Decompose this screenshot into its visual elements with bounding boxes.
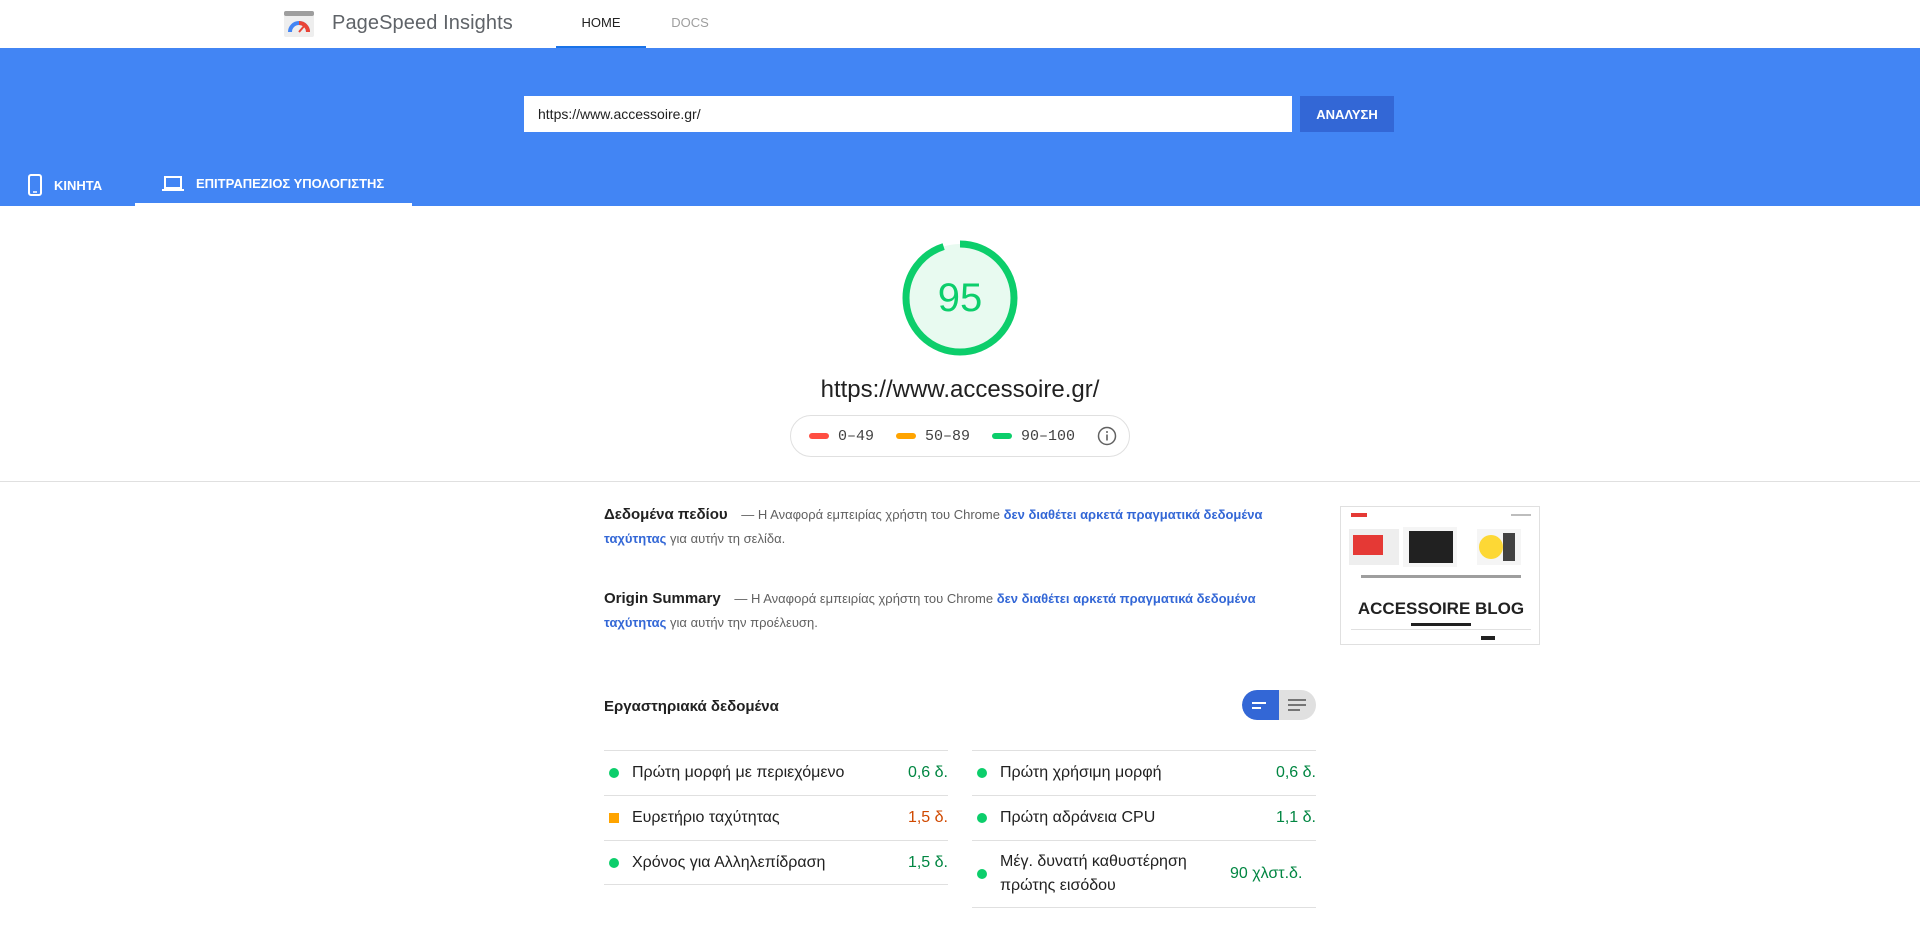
status-good-dot (977, 813, 987, 823)
url-input[interactable] (524, 96, 1292, 132)
compact-view-button[interactable] (1242, 690, 1279, 720)
metric-row: Ευρετήριο ταχύτητας 1,5 δ. (604, 795, 948, 840)
top-navigation-bar: PageSpeed Insights HOME DOCS (0, 0, 1920, 48)
app-title: PageSpeed Insights (332, 12, 513, 34)
legend-dash-red (809, 433, 829, 439)
metric-row: Χρόνος για Αλληλεπίδραση 1,5 δ. (604, 840, 948, 885)
field-data-text-after: για αυτήν τη σελίδα. (670, 531, 786, 546)
metric-row: Πρώτη χρήσιμη μορφή 0,6 δ. (972, 750, 1316, 795)
nav-tab-home[interactable]: HOME (556, 0, 646, 48)
lab-metrics-right-column: Πρώτη χρήσιμη μορφή 0,6 δ. Πρώτη αδράνει… (972, 750, 1316, 908)
metric-row: Πρώτη αδράνεια CPU 1,1 δ. (972, 795, 1316, 840)
legend-range-pass: 90–100 (1021, 427, 1076, 445)
screenshot-preview-image: ACCESSOIRE BLOG (1341, 507, 1539, 644)
status-good-dot (609, 768, 619, 778)
smartphone-icon (28, 174, 42, 196)
analyze-button[interactable]: ΑΝΑΛΥΣΗ (1300, 96, 1394, 132)
legend-range-average: 50–89 (925, 427, 971, 445)
metric-label: Πρώτη χρήσιμη μορφή (1000, 764, 1162, 781)
origin-summary-text-before: — Η Αναφορά εμπειρίας χρήστη του Chrome (734, 591, 994, 606)
compact-list-icon (1252, 702, 1266, 709)
metric-label: Πρώτη μορφή με περιεχόμενο (632, 764, 845, 781)
field-data-text-before: — Η Αναφορά εμπειρίας χρήστη του Chrome (741, 507, 1000, 522)
laptop-icon (162, 175, 184, 191)
status-average-square (609, 813, 619, 823)
legend-item-average: 50–89 (896, 428, 970, 445)
metric-value: 0,6 δ. (907, 764, 948, 781)
analyzed-url: https://www.accessoire.gr/ (820, 376, 1100, 403)
expanded-view-button[interactable] (1279, 690, 1316, 720)
thumbnail-banner-text: ACCESSOIRE BLOG (1358, 599, 1524, 618)
metric-label: Μέγ. δυνατή καθυστέρηση πρώτης εισόδου (1000, 853, 1187, 894)
status-good-dot (609, 857, 619, 868)
origin-summary-section: Origin Summary — Η Αναφορά εμπειρίας χρή… (604, 587, 1264, 635)
metric-label: Πρώτη αδράνεια CPU (1000, 809, 1156, 826)
metric-value: 0,6 δ. (1275, 764, 1316, 781)
metric-label: Χρόνος για Αλληλεπίδραση (632, 853, 826, 871)
analysis-header: ΑΝΑΛΥΣΗ ΚΙΝΗΤΑ ΕΠΙΤΡΑΠΕΖΙΟΣ ΥΠΟΛΟΓΙΣΤΗΣ (0, 48, 1920, 206)
tab-desktop-label: ΕΠΙΤΡΑΠΕΖΙΟΣ ΥΠΟΛΟΓΙΣΤΗΣ (196, 176, 385, 191)
origin-summary-title: Origin Summary (604, 590, 721, 607)
performance-score-value: 95 (937, 276, 983, 320)
metric-label: Ευρετήριο ταχύτητας (632, 809, 780, 826)
page-screenshot-thumbnail: ACCESSOIRE BLOG (1340, 506, 1540, 645)
legend-dash-green (992, 433, 1013, 439)
metric-row: Πρώτη μορφή με περιεχόμενο 0,6 δ. (604, 750, 948, 795)
legend-item-fail: 0–49 (809, 428, 874, 445)
metric-value: 1,5 δ. (907, 809, 948, 826)
metric-value: 1,5 δ. (907, 853, 948, 871)
legend-item-pass: 90–100 (992, 428, 1075, 445)
detailed-list-icon (1288, 699, 1306, 711)
metric-row: Μέγ. δυνατή καθυστέρηση πρώτης εισόδου 9… (972, 840, 1316, 908)
status-good-dot (977, 869, 987, 879)
status-good-dot (977, 768, 987, 778)
field-data-title: Δεδομένα πεδίου (604, 506, 728, 523)
lab-view-toggle (1242, 690, 1316, 720)
metric-value: 1,1 δ. (1275, 809, 1316, 826)
tab-mobile-label: ΚΙΝΗΤΑ (54, 177, 103, 193)
tab-desktop[interactable]: ΕΠΙΤΡΑΠΕΖΙΟΣ ΥΠΟΛΟΓΙΣΤΗΣ (135, 164, 412, 206)
legend-dash-orange (896, 433, 917, 439)
legend-range-fail: 0–49 (838, 427, 875, 445)
info-icon[interactable] (1097, 426, 1117, 446)
nav-tab-docs[interactable]: DOCS (645, 0, 735, 48)
metric-value: 90 χλστ.δ. (1230, 865, 1303, 882)
section-divider (0, 481, 1920, 482)
score-legend: 0–49 50–89 90–100 (790, 415, 1130, 457)
lab-metrics-left-column: Πρώτη μορφή με περιεχόμενο 0,6 δ. Ευρετή… (604, 750, 948, 885)
pagespeed-logo-icon (284, 11, 314, 37)
tab-mobile[interactable]: ΚΙΝΗΤΑ (28, 164, 102, 206)
origin-summary-text-after: για αυτήν την προέλευση. (670, 615, 818, 630)
field-data-section: Δεδομένα πεδίου — Η Αναφορά εμπειρίας χρ… (604, 503, 1264, 551)
lab-data-title: Εργαστηριακά δεδομένα (604, 698, 779, 715)
